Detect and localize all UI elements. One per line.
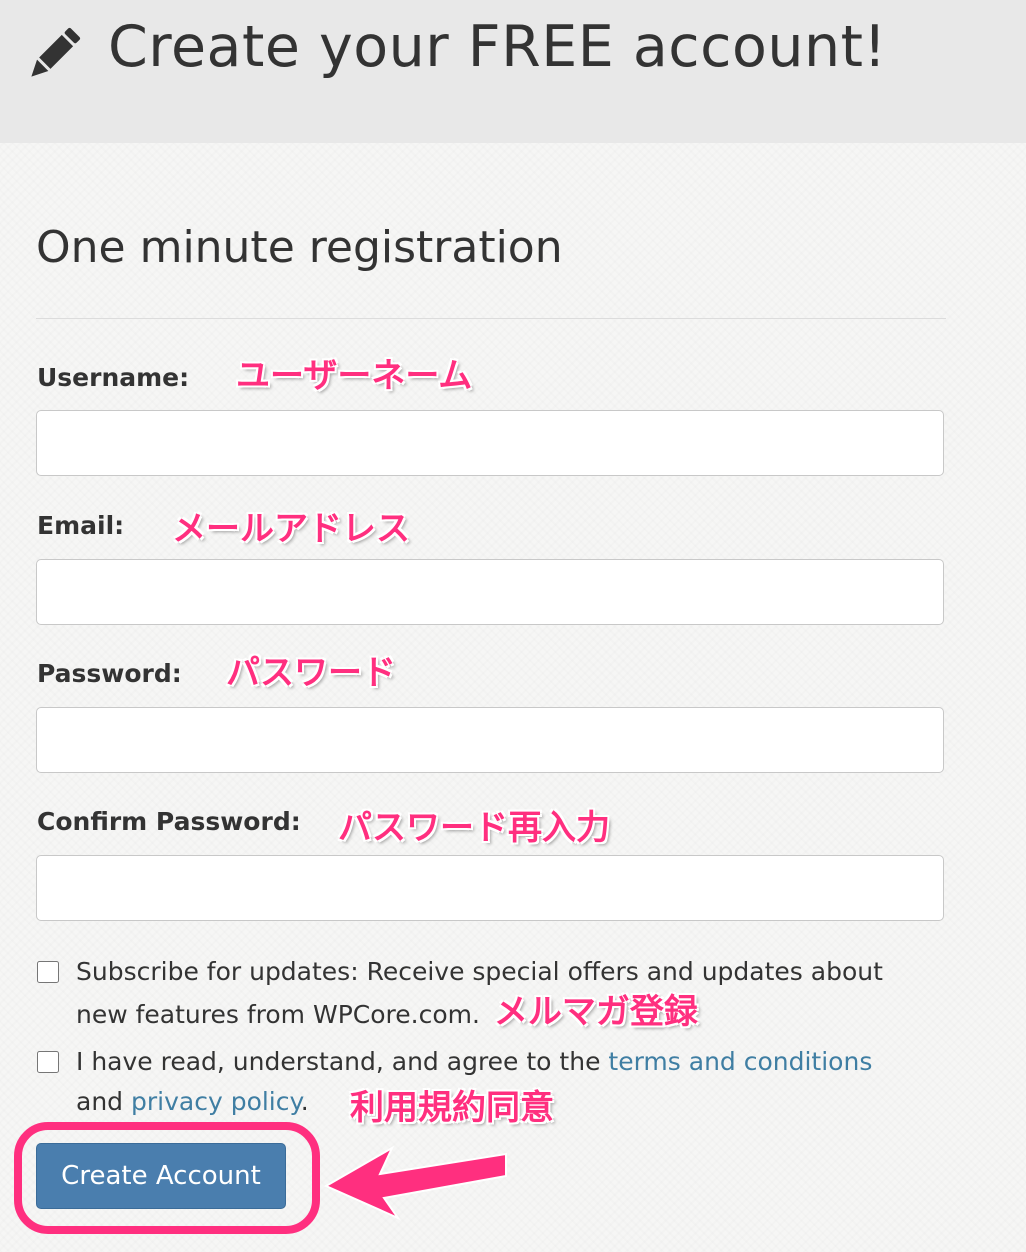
page-title: Create your FREE account!: [108, 14, 887, 80]
username-input[interactable]: [36, 410, 944, 476]
subscribe-annotation: メルマガ登録: [493, 992, 698, 1032]
terms-link[interactable]: terms and conditions: [608, 1047, 872, 1076]
pencil-icon: [31, 27, 81, 77]
confirm-password-annotation: パスワード再入力: [338, 808, 610, 848]
confirm-password-label: Confirm Password:: [37, 807, 301, 836]
password-annotation: パスワード: [226, 653, 396, 693]
arrow-icon: [323, 1145, 507, 1221]
terms-annotation: 利用規約同意: [350, 1088, 554, 1128]
terms-text-end: .: [300, 1087, 309, 1116]
form-title: One minute registration: [36, 222, 563, 273]
username-annotation: ユーザーネーム: [236, 356, 473, 396]
subscribe-text: Subscribe for updates: Receive special o…: [76, 952, 936, 1035]
password-label: Password:: [37, 659, 182, 688]
username-label: Username:: [37, 363, 190, 392]
privacy-policy-link[interactable]: privacy policy: [131, 1087, 301, 1116]
email-label: Email:: [37, 511, 125, 540]
page-header: Create your FREE account!: [0, 0, 1026, 143]
create-account-button[interactable]: Create Account: [36, 1143, 286, 1209]
confirm-password-input[interactable]: [36, 855, 944, 921]
email-input[interactable]: [36, 559, 944, 625]
terms-text-and: and: [76, 1087, 124, 1116]
password-input[interactable]: [36, 707, 944, 773]
divider: [36, 318, 946, 319]
subscribe-label: Subscribe for updates: Receive special o…: [76, 957, 883, 1029]
terms-checkbox[interactable]: [37, 1051, 59, 1073]
subscribe-checkbox[interactable]: [37, 961, 59, 983]
terms-text-before: I have read, understand, and agree to th…: [76, 1047, 601, 1076]
email-annotation: メールアドレス: [172, 509, 410, 549]
